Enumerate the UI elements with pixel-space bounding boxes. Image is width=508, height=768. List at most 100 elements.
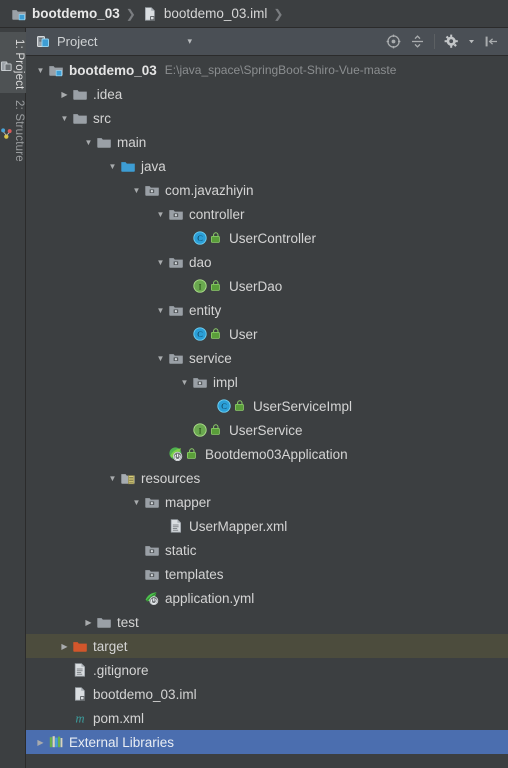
tree-row[interactable]: ▼ src bbox=[26, 106, 508, 130]
gear-dropdown-chevron-icon[interactable] bbox=[468, 34, 475, 49]
breadcrumb-item-1[interactable]: bootdemo_03.iml bbox=[142, 0, 267, 27]
collapse-all-icon[interactable] bbox=[410, 34, 425, 49]
svg-text:I: I bbox=[198, 425, 201, 435]
side-tab-1-project[interactable]: 1: Project bbox=[0, 32, 29, 93]
side-tab-2-structure[interactable]: 2: Structure bbox=[0, 93, 29, 165]
breadcrumb-item-0[interactable]: bootdemo_03 bbox=[10, 0, 120, 27]
folder-icon bbox=[71, 86, 88, 102]
tree-row-label: src bbox=[93, 110, 111, 126]
tree-row-label: templates bbox=[165, 566, 224, 582]
tree-row[interactable]: ▼ dao bbox=[26, 250, 508, 274]
tree-row[interactable]: templates bbox=[26, 562, 508, 586]
vcs-badge bbox=[210, 232, 224, 244]
chevron-down-icon[interactable]: ▼ bbox=[130, 186, 143, 195]
tree-row-label: service bbox=[189, 350, 232, 366]
chevron-down-icon[interactable]: ▼ bbox=[154, 354, 167, 363]
java-interface-icon: I bbox=[191, 278, 208, 294]
chevron-down-icon[interactable]: ▼ bbox=[154, 210, 167, 219]
chevron-right-icon[interactable]: ▶ bbox=[34, 738, 47, 747]
tree-row[interactable]: application.yml bbox=[26, 586, 508, 610]
project-panel-title: Project bbox=[57, 34, 98, 49]
side-tab-label: 1: Project bbox=[13, 39, 25, 90]
chevron-down-icon[interactable]: ▼ bbox=[58, 114, 71, 123]
tree-row-label: UserMapper.xml bbox=[189, 518, 288, 534]
vcs-badge bbox=[234, 400, 248, 412]
tree-row-label: application.yml bbox=[165, 590, 255, 606]
source-root-icon bbox=[119, 158, 136, 174]
tree-row[interactable]: ▼ bootdemo_03 E:\java_space\SpringBoot-Shi… bbox=[26, 58, 508, 82]
tree-row[interactable]: ▼ controller bbox=[26, 202, 508, 226]
tree-row-label: dao bbox=[189, 254, 212, 270]
side-tab-label: 2: Structure bbox=[13, 99, 25, 162]
tree-row-label: External Libraries bbox=[69, 734, 175, 750]
tree-row[interactable]: Bootdemo03Application bbox=[26, 442, 508, 466]
svg-text:C: C bbox=[197, 330, 203, 339]
project-view-icon bbox=[34, 35, 51, 49]
structure-tab-icon bbox=[0, 127, 13, 140]
chevron-down-icon[interactable]: ▼ bbox=[106, 474, 119, 483]
project-file-tree[interactable]: ▼ bootdemo_03 E:\java_space\SpringBoot-Shi… bbox=[26, 56, 508, 768]
project-panel-toolbar bbox=[386, 34, 502, 49]
java-class-icon: C bbox=[191, 326, 208, 342]
tree-row[interactable]: ▶ External Libraries bbox=[26, 730, 508, 754]
tree-row[interactable]: m pom.xml bbox=[26, 706, 508, 730]
tree-row[interactable]: .gitignore bbox=[26, 658, 508, 682]
tree-row[interactable]: ▶ test bbox=[26, 610, 508, 634]
tree-row-label: UserDao bbox=[229, 278, 283, 294]
spring-yaml-icon bbox=[143, 590, 160, 606]
tree-row[interactable]: ▼ service bbox=[26, 346, 508, 370]
tree-row[interactable]: ▼ java bbox=[26, 154, 508, 178]
tree-row-label: static bbox=[165, 542, 197, 558]
tree-row[interactable]: ▼ resources bbox=[26, 466, 508, 490]
svg-text:m: m bbox=[75, 711, 84, 725]
chevron-right-icon[interactable]: ▶ bbox=[58, 642, 71, 651]
chevron-down-icon[interactable]: ▼ bbox=[154, 306, 167, 315]
svg-text:C: C bbox=[197, 234, 203, 243]
tree-row[interactable]: C UserServiceImpl bbox=[26, 394, 508, 418]
libraries-icon bbox=[47, 734, 64, 750]
chevron-down-icon[interactable]: ▼ bbox=[82, 138, 95, 147]
package-icon bbox=[167, 206, 184, 222]
package-icon bbox=[167, 350, 184, 366]
tree-row-label: java bbox=[141, 158, 166, 174]
chevron-down-icon[interactable]: ▼ bbox=[34, 66, 47, 75]
scroll-from-source-icon[interactable] bbox=[386, 34, 401, 49]
iml-file-icon bbox=[71, 686, 88, 702]
chevron-down-icon[interactable]: ▾ bbox=[187, 36, 192, 47]
folder-icon bbox=[71, 110, 88, 126]
xml-file-icon bbox=[167, 518, 184, 534]
tree-row-label: resources bbox=[141, 470, 201, 486]
tree-row-label: bootdemo_03 bbox=[69, 62, 157, 78]
target-folder-icon bbox=[71, 638, 88, 654]
tool-window-side-tabs: 1: Project 2: Structure bbox=[0, 28, 29, 768]
tree-row[interactable]: C User bbox=[26, 322, 508, 346]
tree-row[interactable]: ▼ entity bbox=[26, 298, 508, 322]
chevron-down-icon[interactable]: ▼ bbox=[106, 162, 119, 171]
tree-row[interactable]: UserMapper.xml bbox=[26, 514, 508, 538]
tree-row-path: E:\java_space\SpringBoot-Shiro-Vue-maste bbox=[164, 63, 397, 77]
chevron-down-icon[interactable]: ▼ bbox=[130, 498, 143, 507]
svg-text:C: C bbox=[221, 402, 227, 411]
tree-row[interactable]: ▶ target bbox=[26, 634, 508, 658]
project-panel-header: Project ▾ bbox=[26, 28, 508, 56]
chevron-down-icon[interactable]: ▼ bbox=[154, 258, 167, 267]
hide-panel-icon[interactable] bbox=[484, 34, 499, 49]
chevron-right-icon[interactable]: ▶ bbox=[58, 90, 71, 99]
tree-row[interactable]: C UserController bbox=[26, 226, 508, 250]
chevron-right-icon[interactable]: ▶ bbox=[82, 618, 95, 627]
tree-row[interactable]: ▼ mapper bbox=[26, 490, 508, 514]
tree-row[interactable]: bootdemo_03.iml bbox=[26, 682, 508, 706]
project-tab-icon bbox=[0, 60, 13, 73]
tree-row-label: pom.xml bbox=[93, 710, 145, 726]
tree-row[interactable]: ▼ com.javazhiyin bbox=[26, 178, 508, 202]
tree-row[interactable]: I UserService bbox=[26, 418, 508, 442]
vcs-badge bbox=[210, 280, 224, 292]
tree-row[interactable]: ▼ main bbox=[26, 130, 508, 154]
tree-row[interactable]: ▼ impl bbox=[26, 370, 508, 394]
settings-gear-icon[interactable] bbox=[444, 34, 459, 49]
tree-row[interactable]: ▶ .idea bbox=[26, 82, 508, 106]
tree-row[interactable]: static bbox=[26, 538, 508, 562]
chevron-down-icon[interactable]: ▼ bbox=[178, 378, 191, 387]
package-icon bbox=[143, 494, 160, 510]
tree-row[interactable]: I UserDao bbox=[26, 274, 508, 298]
